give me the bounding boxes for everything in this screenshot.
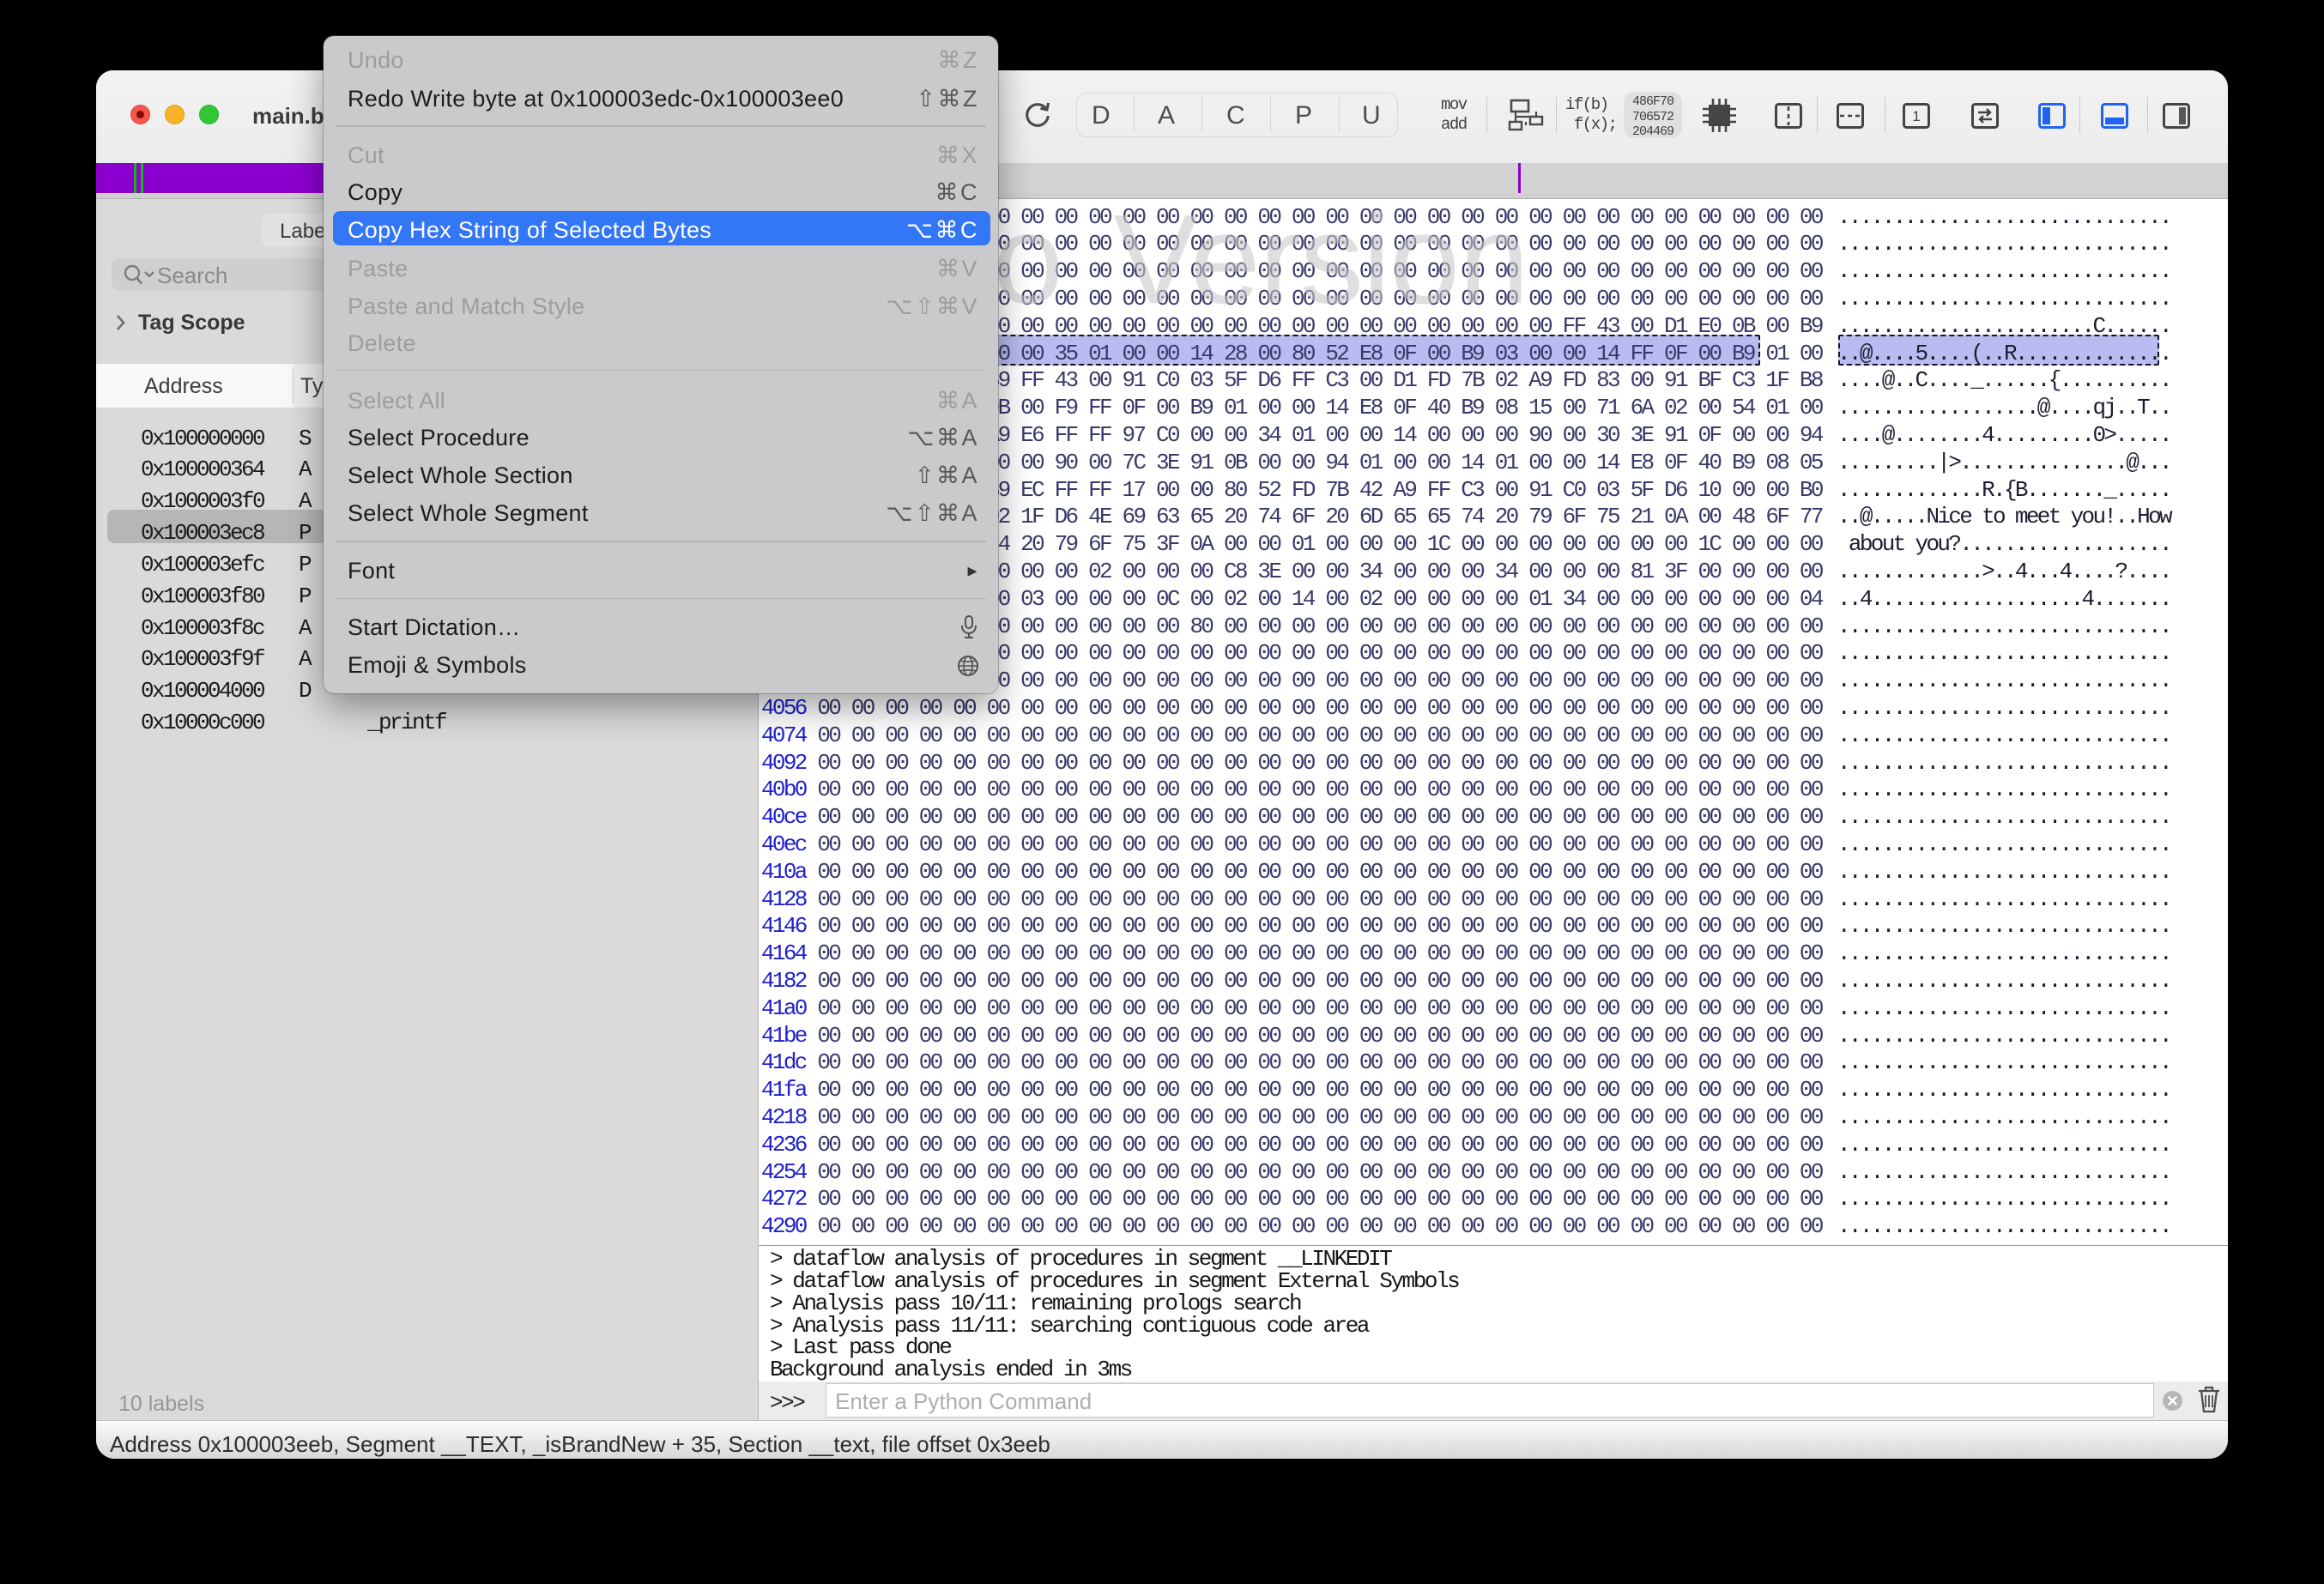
svg-text:1: 1: [1912, 108, 1920, 124]
